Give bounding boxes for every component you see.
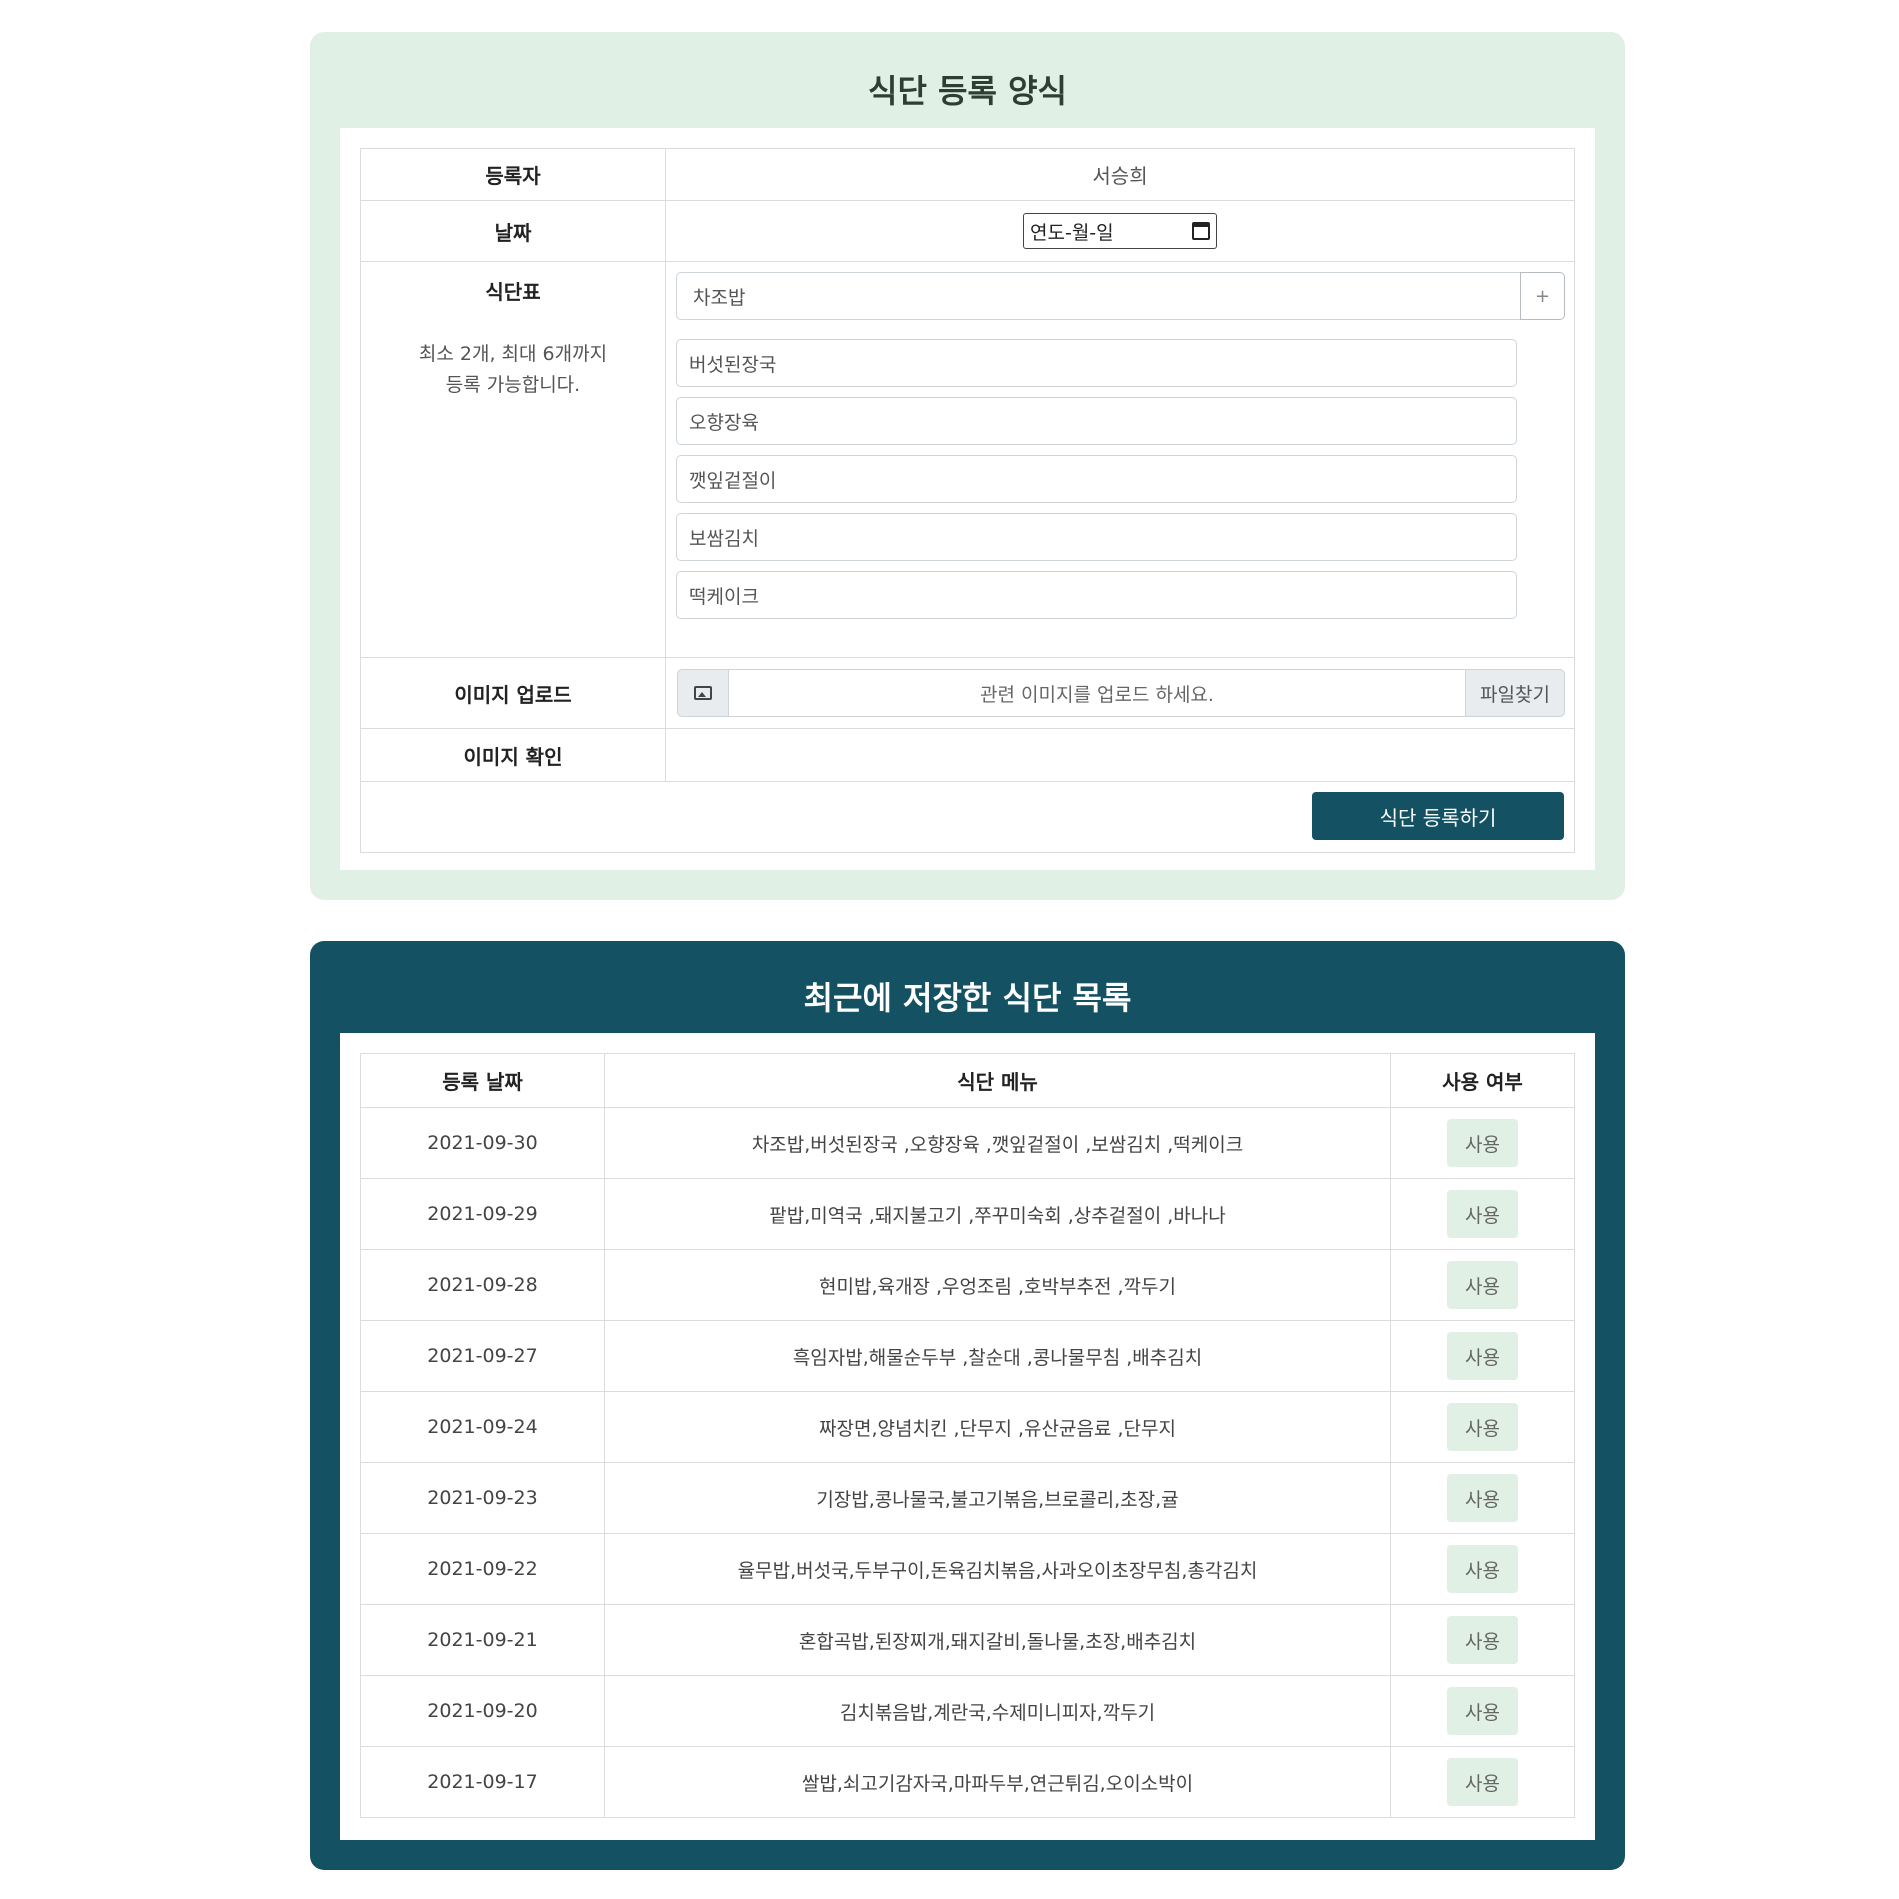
submit-row: 식단 등록하기 [360, 781, 1575, 853]
row-date: 2021-09-27 [360, 1320, 605, 1392]
row-use-cell: 사용 [1390, 1675, 1575, 1747]
add-menu-button[interactable]: + [1520, 272, 1565, 320]
table-row: 2021-09-28 현미밥,육개장 ,우엉조림 ,호박부추전 ,깍두기 사용 [360, 1249, 1575, 1321]
row-date: 2021-09-20 [360, 1675, 605, 1747]
form-card: 등록자 서승희 날짜 연도-월-일 식단표 최소 2개, 최대 6개까지 등록 … [340, 128, 1595, 870]
row-use-cell: 사용 [1390, 1746, 1575, 1818]
registrant-label: 등록자 [360, 148, 666, 201]
registrant-row: 등록자 서승희 [360, 148, 1575, 201]
use-button[interactable]: 사용 [1447, 1119, 1518, 1167]
table-row: 2021-09-24 짜장면,양념치킨 ,단무지 ,유산균음료 ,단무지 사용 [360, 1391, 1575, 1463]
row-date: 2021-09-30 [360, 1107, 605, 1179]
menu-input-1[interactable]: 차조밥 [676, 272, 1521, 320]
use-button[interactable]: 사용 [1447, 1545, 1518, 1593]
row-menu: 쌀밥,쇠고기감자국,마파두부,연근튀김,오이소박이 [604, 1746, 1391, 1818]
image-check-row: 이미지 확인 [360, 728, 1575, 782]
calendar-icon[interactable] [1192, 222, 1210, 240]
table-row: 2021-09-22 율무밥,버섯국,두부구이,돈육김치볶음,사과오이초장무침,총… [360, 1533, 1575, 1605]
row-use-cell: 사용 [1390, 1604, 1575, 1676]
image-upload-field[interactable]: 관련 이미지를 업로드 하세요. [728, 669, 1466, 717]
table-body: 2021-09-30 차조밥,버섯된장국 ,오향장육 ,깻잎겉절이 ,보쌈김치 ,… [360, 1107, 1575, 1818]
menu-input-6[interactable]: 떡케이크 [676, 571, 1517, 619]
list-card: 등록 날짜 식단 메뉴 사용 여부 2021-09-30 차조밥,버섯된장국 ,오… [340, 1033, 1595, 1840]
use-button[interactable]: 사용 [1447, 1616, 1518, 1664]
header-date: 등록 날짜 [360, 1053, 605, 1108]
menu-hint-line2: 등록 가능합니다. [445, 374, 581, 396]
row-date: 2021-09-23 [360, 1462, 605, 1534]
menu-input-5[interactable]: 보쌈김치 [676, 513, 1517, 561]
row-menu: 현미밥,육개장 ,우엉조림 ,호박부추전 ,깍두기 [604, 1249, 1391, 1321]
menu-input-3[interactable]: 오향장육 [676, 397, 1517, 445]
row-menu: 짜장면,양념치킨 ,단무지 ,유산균음료 ,단무지 [604, 1391, 1391, 1463]
row-date: 2021-09-24 [360, 1391, 605, 1463]
image-preview-area [665, 728, 1575, 782]
use-button[interactable]: 사용 [1447, 1758, 1518, 1806]
row-date: 2021-09-22 [360, 1533, 605, 1605]
image-check-label: 이미지 확인 [360, 728, 666, 782]
use-button[interactable]: 사용 [1447, 1687, 1518, 1735]
row-use-cell: 사용 [1390, 1533, 1575, 1605]
row-date: 2021-09-29 [360, 1178, 605, 1250]
menu-input-4[interactable]: 깻잎겉절이 [676, 455, 1517, 503]
row-use-cell: 사용 [1390, 1249, 1575, 1321]
form-table: 등록자 서승희 날짜 연도-월-일 식단표 최소 2개, 최대 6개까지 등록 … [360, 148, 1575, 853]
table-row: 2021-09-29 팥밥,미역국 ,돼지불고기 ,쭈꾸미숙회 ,상추겉절이 ,바… [360, 1178, 1575, 1250]
row-use-cell: 사용 [1390, 1178, 1575, 1250]
registrant-value: 서승희 [665, 148, 1575, 201]
use-button[interactable]: 사용 [1447, 1190, 1518, 1238]
use-button[interactable]: 사용 [1447, 1403, 1518, 1451]
row-use-cell: 사용 [1390, 1462, 1575, 1534]
row-date: 2021-09-28 [360, 1249, 605, 1321]
form-title: 식단 등록 양식 [868, 72, 1067, 110]
row-menu: 차조밥,버섯된장국 ,오향장육 ,깻잎겉절이 ,보쌈김치 ,떡케이크 [604, 1107, 1391, 1179]
date-placeholder: 연도-월-일 [1030, 221, 1114, 244]
meal-list-table: 등록 날짜 식단 메뉴 사용 여부 2021-09-30 차조밥,버섯된장국 ,오… [360, 1053, 1575, 1818]
row-use-cell: 사용 [1390, 1391, 1575, 1463]
row-menu: 흑임자밥,해물순두부 ,찰순대 ,콩나물무침 ,배추김치 [604, 1320, 1391, 1392]
table-row: 2021-09-30 차조밥,버섯된장국 ,오향장육 ,깻잎겉절이 ,보쌈김치 ,… [360, 1107, 1575, 1179]
table-header-row: 등록 날짜 식단 메뉴 사용 여부 [360, 1053, 1575, 1108]
header-menu: 식단 메뉴 [604, 1053, 1391, 1108]
use-button[interactable]: 사용 [1447, 1332, 1518, 1380]
meal-list-panel: 최근에 저장한 식단 목록 등록 날짜 식단 메뉴 사용 여부 2021-09-… [310, 941, 1625, 1870]
meal-form-panel: 식단 등록 양식 등록자 서승희 날짜 연도-월-일 식단표 최소 2개, 최대… [310, 32, 1625, 900]
table-row: 2021-09-20 김치볶음밥,계란국,수제미니피자,깍두기 사용 [360, 1675, 1575, 1747]
menu-hint-line1: 최소 2개, 최대 6개까지 [418, 343, 608, 365]
row-menu: 김치볶음밥,계란국,수제미니피자,깍두기 [604, 1675, 1391, 1747]
menu-row: 식단표 최소 2개, 최대 6개까지 등록 가능합니다. 차조밥 + 버섯된장국… [360, 261, 1575, 658]
image-upload-group: 관련 이미지를 업로드 하세요. 파일찾기 [677, 669, 1565, 717]
image-icon [694, 686, 712, 700]
use-button[interactable]: 사용 [1447, 1474, 1518, 1522]
register-meal-button[interactable]: 식단 등록하기 [1312, 792, 1564, 840]
file-browse-button[interactable]: 파일찾기 [1465, 669, 1565, 717]
row-menu: 혼합곡밥,된장찌개,돼지갈비,돌나물,초장,배추김치 [604, 1604, 1391, 1676]
table-row: 2021-09-27 흑임자밥,해물순두부 ,찰순대 ,콩나물무침 ,배추김치 사용 [360, 1320, 1575, 1392]
date-input[interactable]: 연도-월-일 [1023, 213, 1217, 249]
use-button[interactable]: 사용 [1447, 1261, 1518, 1309]
row-menu: 율무밥,버섯국,두부구이,돈육김치볶음,사과오이초장무침,총각김치 [604, 1533, 1391, 1605]
row-menu: 팥밥,미역국 ,돼지불고기 ,쭈꾸미숙회 ,상추겉절이 ,바나나 [604, 1178, 1391, 1250]
date-row: 날짜 연도-월-일 [360, 200, 1575, 262]
row-use-cell: 사용 [1390, 1107, 1575, 1179]
table-row: 2021-09-21 혼합곡밥,된장찌개,돼지갈비,돌나물,초장,배추김치 사용 [360, 1604, 1575, 1676]
table-row: 2021-09-23 기장밥,콩나물국,불고기볶음,브로콜리,초장,귤 사용 [360, 1462, 1575, 1534]
row-date: 2021-09-21 [360, 1604, 605, 1676]
image-upload-label: 이미지 업로드 [360, 657, 666, 729]
image-upload-row: 이미지 업로드 관련 이미지를 업로드 하세요. 파일찾기 [360, 657, 1575, 729]
menu-input-2[interactable]: 버섯된장국 [676, 339, 1517, 387]
list-title: 최근에 저장한 식단 목록 [803, 979, 1132, 1017]
row-use-cell: 사용 [1390, 1320, 1575, 1392]
row-menu: 기장밥,콩나물국,불고기볶음,브로콜리,초장,귤 [604, 1462, 1391, 1534]
header-use: 사용 여부 [1390, 1053, 1575, 1108]
date-label: 날짜 [360, 200, 666, 262]
row-date: 2021-09-17 [360, 1746, 605, 1818]
table-row: 2021-09-17 쌀밥,쇠고기감자국,마파두부,연근튀김,오이소박이 사용 [360, 1746, 1575, 1818]
menu-label: 식단표 [485, 280, 541, 304]
